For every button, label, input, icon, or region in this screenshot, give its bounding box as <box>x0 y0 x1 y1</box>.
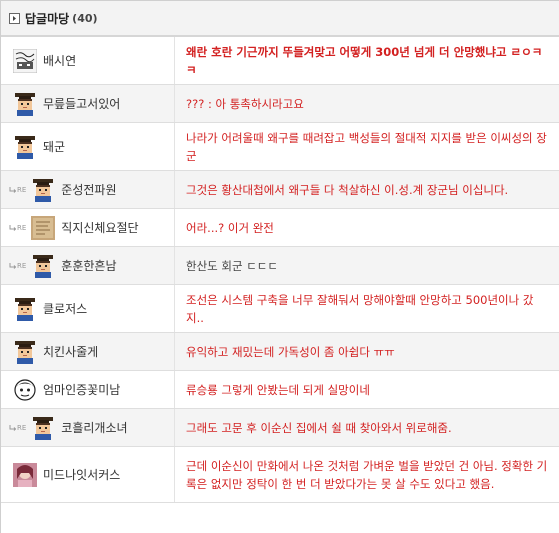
reply-label: RE <box>17 223 27 232</box>
avatar-icon[interactable] <box>13 462 37 487</box>
avatar-icon[interactable] <box>31 254 55 278</box>
avatar-icon[interactable] <box>13 297 37 321</box>
avatar-icon[interactable] <box>13 48 37 73</box>
comment-author: 무릎들고서있어 <box>1 85 175 122</box>
author-nickname[interactable]: 무릎들고서있어 <box>43 95 120 112</box>
author-nickname[interactable]: 미드나잇서커스 <box>43 466 120 483</box>
comment-text: 나라가 어려울때 왜구를 때려잡고 백성들의 절대적 지지를 받은 이씨성의 장… <box>186 130 547 163</box>
reply-row: RE 훈훈한흔남 한산도 회군 ㄷㄷㄷ <box>1 247 559 285</box>
comment-author: RE 준성전파원 <box>1 171 175 208</box>
comment-row: 돼군 나라가 어려울때 왜구를 때려잡고 백성들의 절대적 지지를 받은 이씨성의… <box>1 123 559 171</box>
author-nickname[interactable]: 배시연 <box>43 52 76 69</box>
author-nickname[interactable]: 훈훈한흔남 <box>61 257 116 274</box>
comment-text: 한산도 회군 ㄷㄷㄷ <box>186 258 278 273</box>
author-nickname[interactable]: 코흘리개소녀 <box>61 419 127 436</box>
avatar-icon[interactable] <box>31 416 55 440</box>
comment-header: 답글마당 (40) <box>1 1 559 37</box>
comment-author: RE 직지신체요절단 <box>1 209 175 246</box>
reply-row: RE 직지신체요절단 어라...? 이거 완전 <box>1 209 559 247</box>
comment-text: ??? : 아 통촉하시라고요 <box>186 96 304 111</box>
comment-row: 엄마인증꽃미남 류승룡 그렇게 안봤는데 되게 실망이네 <box>1 371 559 409</box>
comment-author: 배시연 <box>1 37 175 84</box>
avatar-icon[interactable] <box>13 340 37 364</box>
comment-text: 어라...? 이거 완전 <box>186 220 274 235</box>
comment-count: (40) <box>72 11 98 25</box>
comment-author: 엄마인증꽃미남 <box>1 371 175 408</box>
comment-list: 배시연 왜란 호란 기근까지 뚜들겨맞고 어떻게 300년 넘게 더 안망했냐고 … <box>1 37 559 503</box>
comment-row: 클로저스 조선은 시스템 구축을 너무 잘해둬서 망해야할때 안망하고 500년이… <box>1 285 559 333</box>
author-nickname[interactable]: 준성전파원 <box>61 181 116 198</box>
reply-arrow-icon: RE <box>9 224 26 232</box>
collapse-toggle-icon[interactable] <box>9 12 20 24</box>
comment-author: RE 훈훈한흔남 <box>1 247 175 284</box>
author-nickname[interactable]: 클로저스 <box>43 300 87 317</box>
comment-row: 배시연 왜란 호란 기근까지 뚜들겨맞고 어떻게 300년 넘게 더 안망했냐고 … <box>1 37 559 85</box>
comment-row: 치킨사줄게 유익하고 재밌는데 가독성이 좀 아쉽다 ㅠㅠ <box>1 333 559 371</box>
comment-row: 무릎들고서있어 ??? : 아 통촉하시라고요 <box>1 85 559 123</box>
reply-arrow-icon: RE <box>9 186 26 194</box>
comment-text: 그것은 황산대첩에서 왜구들 다 척살하신 이.성.계 장군님 이십니다. <box>186 182 509 197</box>
author-nickname[interactable]: 치킨사줄게 <box>43 343 98 360</box>
reply-label: RE <box>17 423 27 432</box>
reply-row: RE 준성전파원 그것은 황산대첩에서 왜구들 다 척살하신 이.성.계 장군님 이… <box>1 171 559 209</box>
board-title: 답글마당 <box>25 11 70 26</box>
avatar-icon[interactable] <box>13 135 37 159</box>
avatar-icon[interactable] <box>13 378 37 402</box>
avatar-icon[interactable] <box>13 92 37 116</box>
avatar-icon[interactable] <box>31 215 56 240</box>
comment-author: 미드나잇서커스 <box>1 447 175 502</box>
reply-row: RE 코흘리개소녀 그래도 고문 후 이순신 집에서 쉴 때 찾아와서 위로해줌. <box>1 409 559 447</box>
comment-text: 왜란 호란 기근까지 뚜들겨맞고 어떻게 300년 넘게 더 안망했냐고 ㄹㅇㅋ… <box>186 44 543 77</box>
reply-label: RE <box>17 185 27 194</box>
comment-text: 조선은 시스템 구축을 너무 잘해둬서 망해야할때 안망하고 500년이나 갔지… <box>186 292 534 325</box>
comment-row: 미드나잇서커스 근데 이순신이 만화에서 나온 것처럼 가벼운 벌을 받았던 건 … <box>1 447 559 503</box>
reply-arrow-icon: RE <box>9 424 26 432</box>
reply-arrow-icon: RE <box>9 262 26 270</box>
comment-author: 클로저스 <box>1 285 175 332</box>
comment-text: 근데 이순신이 만화에서 나온 것처럼 가벼운 벌을 받았던 건 아님. 정확한… <box>186 458 548 491</box>
author-nickname[interactable]: 돼군 <box>43 138 65 155</box>
comment-board: 답글마당 (40) 배시연 왜란 호란 기근까지 뚜들겨맞고 어떻게 300년 넘… <box>0 0 559 533</box>
comment-text: 그래도 고문 후 이순신 집에서 쉴 때 찾아와서 위로해줌. <box>186 420 452 435</box>
comment-text: 류승룡 그렇게 안봤는데 되게 실망이네 <box>186 382 370 397</box>
avatar-icon[interactable] <box>31 178 55 202</box>
comment-author: RE 코흘리개소녀 <box>1 409 175 446</box>
comment-author: 치킨사줄게 <box>1 333 175 370</box>
author-nickname[interactable]: 직지신체요절단 <box>61 219 138 236</box>
author-nickname[interactable]: 엄마인증꽃미남 <box>43 381 120 398</box>
reply-label: RE <box>17 261 27 270</box>
comment-text: 유익하고 재밌는데 가독성이 좀 아쉽다 ㅠㅠ <box>186 344 395 359</box>
comment-author: 돼군 <box>1 123 175 170</box>
